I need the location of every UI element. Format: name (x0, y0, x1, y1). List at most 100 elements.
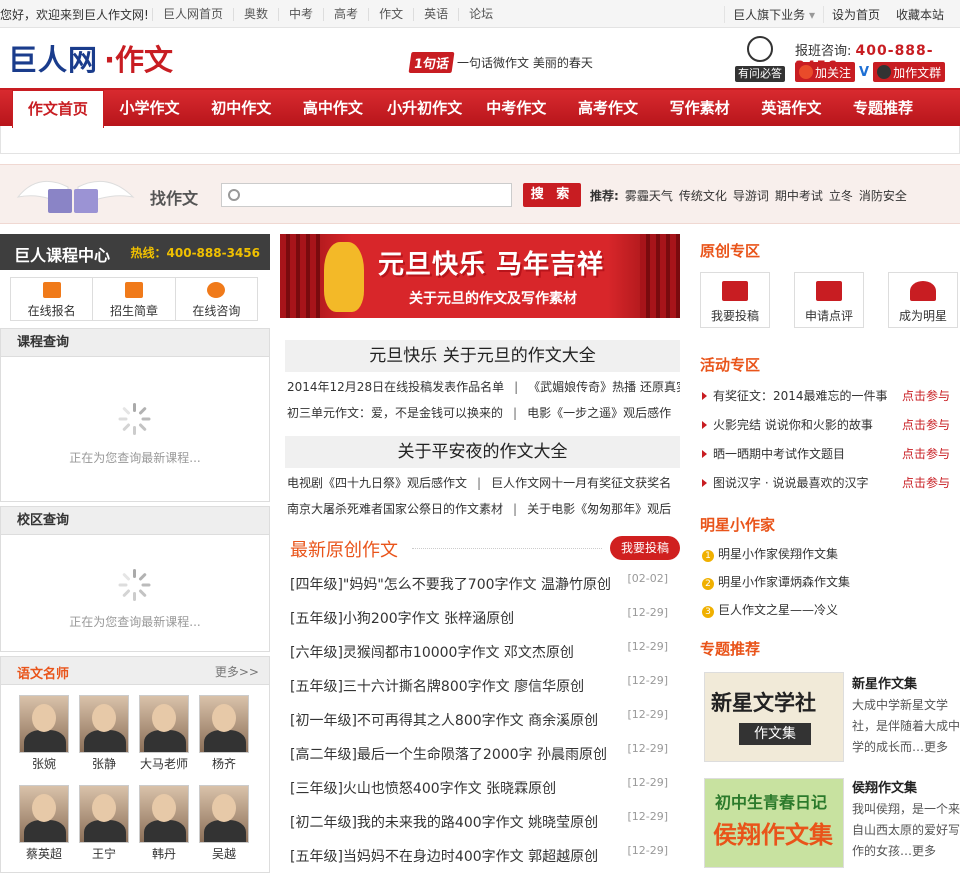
nav-senior[interactable]: 高中作文 (287, 90, 379, 126)
topic-name[interactable]: 新星作文集 (852, 674, 960, 695)
topic-title-newyear[interactable]: 元旦快乐 关于元旦的作文大全 (285, 340, 680, 372)
star-writer-item[interactable]: 1 明星小作家侯翔作文集 (702, 545, 838, 562)
weibo-follow-button[interactable]: 加关注 (795, 62, 856, 82)
topic-link[interactable]: 初三单元作文：爱，不是金钱可以换来的 (287, 406, 503, 420)
online-signup-link[interactable]: 在线报名 (11, 278, 94, 320)
rec-item[interactable]: 传统文化 (679, 187, 727, 204)
article-title: [初二年级]我的未来我的路400字作文 姚晓莹原创 (290, 815, 599, 831)
teacher-card[interactable]: 王宁 (78, 785, 130, 862)
topic-link[interactable]: 电视剧《四十九日祭》观后感作文 (287, 476, 467, 490)
article-row[interactable]: [五年级]三十六计撕名牌800字作文 廖信华原创 [12-29] (290, 674, 680, 696)
set-home-link[interactable]: 设为首页 (824, 6, 888, 23)
favorite-link[interactable]: 收藏本站 (888, 6, 952, 23)
teacher-card[interactable]: 吴越 (198, 785, 250, 862)
nav-primary[interactable]: 小学作文 (104, 90, 196, 126)
activity-row[interactable]: 图说汉字 · 说说最喜欢的汉字 点击参与 (702, 474, 952, 491)
nav-gaokao[interactable]: 高考作文 (562, 90, 654, 126)
teacher-card[interactable]: 韩丹 (138, 785, 190, 862)
loading-spinner-icon (118, 403, 151, 435)
course-quick-links: 在线报名 招生简章 在线咨询 (10, 277, 258, 321)
nav-topics[interactable]: 专题推荐 (837, 90, 929, 126)
teacher-name: 张静 (91, 757, 116, 771)
slogan[interactable]: 1句话 一句话微作文 美丽的春天 (408, 52, 593, 73)
nav-zhongkao[interactable]: 中考作文 (470, 90, 562, 126)
article-row[interactable]: [初一年级]不可再得其之人800字作文 商余溪原创 [12-29] (290, 708, 680, 730)
search-box[interactable] (221, 183, 512, 207)
topic-link[interactable]: 南京大屠杀死难者国家公祭日的作文素材 (287, 502, 503, 516)
article-row[interactable]: [五年级]小狗200字作文 张梓涵原创 [12-29] (290, 606, 680, 628)
article-row[interactable]: [四年级]"妈妈"怎么不要我了700字作文 温瀞竹原创 [02-02] (290, 572, 680, 594)
nav-english[interactable]: 英语作文 (746, 90, 838, 126)
top-link-forum[interactable]: 论坛 (458, 7, 503, 21)
qq-group-label: 加作文群 (893, 65, 942, 80)
article-row[interactable]: [初二年级]我的未来我的路400字作文 姚晓莹原创 [12-29] (290, 810, 680, 832)
topic-image-title: 新星文学社 (711, 691, 816, 715)
site-logo[interactable]: 巨人网 ·作文 (8, 40, 173, 77)
article-title: [三年级]火山也愤怒400字作文 张晓霖原创 (290, 781, 557, 797)
topic-name[interactable]: 侯翔作文集 (852, 778, 960, 799)
teacher-card[interactable]: 蔡英超 (18, 785, 70, 862)
search-input[interactable] (246, 186, 506, 204)
nav-material[interactable]: 写作素材 (654, 90, 746, 126)
topic-link[interactable]: 2014年12月28日在线投稿发表作品名单 (287, 380, 504, 394)
activity-join-link[interactable]: 点击参与 (902, 445, 950, 462)
article-row[interactable]: [三年级]火山也愤怒400字作文 张晓霖原创 [12-29] (290, 776, 680, 798)
submit-article-button[interactable]: 我要投稿 (610, 536, 680, 560)
star-writer-item[interactable]: 3 巨人作文之星——冷义 (702, 601, 838, 618)
star-writer-item[interactable]: 2 明星小作家谭炳森作文集 (702, 573, 850, 590)
latest-original-title: 最新原创作文 (290, 540, 398, 561)
top-link-zuowen[interactable]: 作文 (368, 7, 413, 21)
arrow-right-icon (702, 392, 707, 400)
article-title: [五年级]小狗200字作文 张梓涵原创 (290, 611, 515, 627)
teacher-card[interactable]: 张静 (78, 695, 130, 772)
teacher-card[interactable]: 杨齐 (198, 695, 250, 772)
submit-box[interactable]: 我要投稿 (700, 272, 770, 328)
ask-mascot[interactable]: 有问必答 (735, 36, 785, 82)
enrollment-guide-link[interactable]: 招生简章 (93, 278, 176, 320)
activity-row[interactable]: 晒一晒期中考试作文题目 点击参与 (702, 445, 952, 462)
top-link-zhongkao[interactable]: 中考 (278, 7, 323, 21)
rec-item[interactable]: 立冬 (829, 187, 853, 204)
topic-link[interactable]: 关于电影《匆匆那年》观后 (527, 502, 671, 516)
activity-row[interactable]: 火影完结 说说你和火影的故事 点击参与 (702, 416, 952, 433)
nav-xiaoshengchu[interactable]: 小升初作文 (379, 90, 471, 126)
online-signup-label: 在线报名 (27, 304, 76, 318)
new-year-banner[interactable]: 元旦快乐 马年吉祥 关于元旦的作文及写作素材 (280, 234, 680, 318)
request-review-box[interactable]: 申请点评 (794, 272, 864, 328)
activity-join-link[interactable]: 点击参与 (902, 474, 950, 491)
topic-description: 我叫侯翔，是一个来自山西太原的爱好写作的女孩…更多 (852, 802, 960, 858)
article-date: [12-29] (627, 674, 668, 687)
search-button[interactable]: 搜 索 (523, 183, 581, 207)
rec-item[interactable]: 导游词 (733, 187, 769, 204)
topic-link[interactable]: 电影《一步之遥》观后感作 (527, 406, 671, 420)
online-consult-link[interactable]: 在线咨询 (176, 278, 257, 320)
top-link-home[interactable]: 巨人网首页 (152, 7, 233, 21)
teacher-card[interactable]: 张婉 (18, 695, 70, 772)
nav-junior[interactable]: 初中作文 (195, 90, 287, 126)
course-query-title: 课程查询 (1, 329, 269, 357)
rec-item[interactable]: 雾霾天气 (625, 187, 673, 204)
article-row[interactable]: [六年级]灵猴闯都市10000字作文 邓文杰原创 [12-29] (290, 640, 680, 662)
topic-title-christmas[interactable]: 关于平安夜的作文大全 (285, 436, 680, 468)
qq-group-button[interactable]: 加作文群 (873, 62, 946, 82)
top-link-english[interactable]: 英语 (413, 7, 458, 21)
nav-home[interactable]: 作文首页 (12, 90, 104, 128)
rec-item[interactable]: 期中考试 (775, 187, 823, 204)
activity-join-link[interactable]: 点击参与 (902, 416, 950, 433)
teacher-card[interactable]: 大马老师 (138, 695, 190, 772)
article-row[interactable]: [五年级]当妈妈不在身边时400字作文 郭超越原创 [12-29] (290, 844, 680, 866)
topic-image-houxiang[interactable]: 初中生青春日记 侯翔作文集 (704, 778, 844, 868)
topic-link[interactable]: 《武媚娘传奇》热播 还原真实 (528, 380, 680, 394)
become-star-box[interactable]: 成为明星 (888, 272, 958, 328)
business-dropdown[interactable]: 巨人旗下业务 ▾ (724, 5, 824, 23)
activity-join-link[interactable]: 点击参与 (902, 387, 950, 404)
activity-row[interactable]: 有奖征文：2014最难忘的一件事 点击参与 (702, 387, 952, 404)
topic-link[interactable]: 巨人作文网十一月有奖征文获奖名 (491, 476, 671, 490)
topic-image-xinxing[interactable]: 新星文学社 作文集 (704, 672, 844, 762)
rec-item[interactable]: 消防安全 (859, 187, 907, 204)
top-link-gaokao[interactable]: 高考 (323, 7, 368, 21)
teachers-more-link[interactable]: 更多>> (215, 663, 259, 680)
article-row[interactable]: [高二年级]最后一个生命陨落了2000字 孙晨雨原创 [12-29] (290, 742, 680, 764)
top-link-olympiad[interactable]: 奥数 (233, 7, 278, 21)
recommend-label: 推荐: (590, 189, 619, 203)
